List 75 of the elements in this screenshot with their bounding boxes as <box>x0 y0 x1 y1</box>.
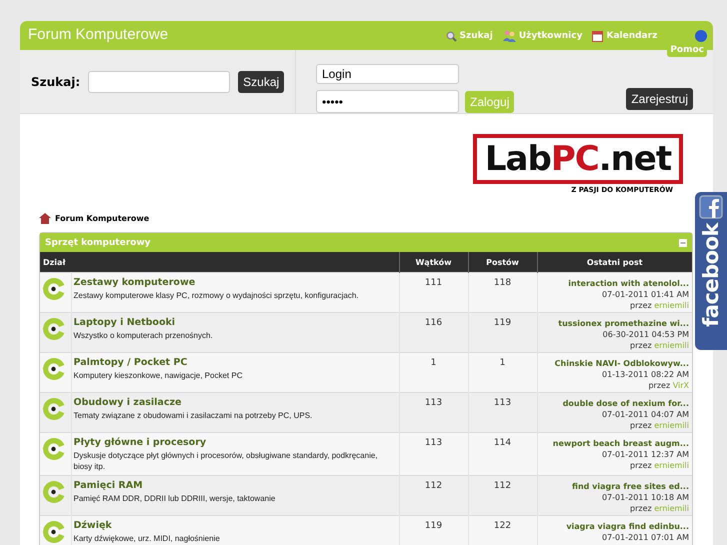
last-post-link[interactable]: find viagra free sites ed... <box>572 482 689 491</box>
column-header: Ostatni post <box>537 252 692 272</box>
author-label: przez <box>630 301 652 310</box>
collapse-icon[interactable] <box>679 238 687 246</box>
post-count: 119 <box>468 312 537 352</box>
thread-count: 119 <box>399 516 468 545</box>
forum-link[interactable]: Pamięci RAM <box>74 480 392 491</box>
last-post-date: 07-01-2011 10:18 AM <box>600 492 689 503</box>
forum-status-icon <box>43 318 65 340</box>
post-count: 112 <box>468 476 537 516</box>
forum-link[interactable]: Obudowy i zasilacze <box>74 397 392 408</box>
last-post-date: 07-01-2011 12:37 AM <box>600 449 689 460</box>
search-icon <box>446 30 457 42</box>
forum-status-icon <box>43 521 65 543</box>
facebook-icon <box>699 195 723 219</box>
password-field[interactable]: ••••• <box>316 90 459 113</box>
forum-description: Zestawy komputerowe klasy PC, rozmowy o wydajności sprzętu, konfiguracjach. <box>74 290 360 301</box>
last-post-link[interactable]: tussionex promethazine wi... <box>558 319 689 328</box>
forum-status-icon <box>43 358 65 380</box>
thread-count: 113 <box>399 392 468 432</box>
forum-link[interactable]: Zestawy komputerowe <box>74 277 392 288</box>
search-button[interactable]: Szukaj <box>238 71 284 93</box>
last-post-date: 01-13-2011 08:22 AM <box>600 369 689 380</box>
section-title: Sprzęt komputerowy <box>45 238 151 248</box>
last-post-date: 07-01-2011 04:07 AM <box>600 409 689 420</box>
post-count: 122 <box>468 516 537 545</box>
forum-status-icon <box>43 438 65 460</box>
search-field[interactable] <box>88 71 230 93</box>
forum-status-icon <box>43 481 65 503</box>
post-count: 118 <box>468 272 537 312</box>
last-post-link[interactable]: newport beach breast augm... <box>552 439 689 448</box>
column-header: Postów <box>468 252 537 272</box>
forum-description: Komputery kieszonkowe, nawigacje, Pocket PC <box>74 370 244 381</box>
last-post-link[interactable]: double dose of nexium for... <box>562 399 689 408</box>
thread-count: 113 <box>399 432 468 476</box>
forum-status-icon <box>43 278 65 300</box>
forum-status-icon <box>43 398 65 420</box>
last-post-date: 06-30-2011 04:53 PM <box>602 329 689 340</box>
forum-description: Tematy związane z obudowami i zasilaczami na potrzeby PC, UPS. <box>74 410 314 421</box>
author-label: przez <box>630 504 652 513</box>
last-post-link[interactable]: Chinskie NAVI- Odblokowyw... <box>554 359 689 368</box>
post-count: 113 <box>468 392 537 432</box>
forum-link[interactable]: Laptopy i Netbooki <box>74 317 392 328</box>
column-header: Dział <box>40 252 399 272</box>
forum-description: Pamięć RAM DDR, DDRII lub DDRIII, wersje, taktowanie <box>74 493 276 504</box>
search-label: Szukaj: <box>31 75 80 89</box>
thread-count: 111 <box>399 272 468 312</box>
breadcrumb-link[interactable]: Forum Komputerowe <box>55 214 150 222</box>
thread-count: 1 <box>399 352 468 392</box>
last-post-date: 07-01-2011 01:41 AM <box>600 289 689 300</box>
username-field[interactable]: Login <box>316 64 459 84</box>
forum-link[interactable]: Płyty główne i procesory <box>74 437 392 448</box>
register-button[interactable]: Zarejestruj <box>626 88 693 110</box>
thread-count: 116 <box>399 312 468 352</box>
author-label: przez <box>630 341 652 350</box>
forum-title: Forum Komputerowe <box>28 25 168 45</box>
forum-description: Dyskusje dotyczące płyt głównych i procesorów, obsługiwane standardy, podkręcanie, biosy itp. <box>74 450 379 472</box>
forum-description: Karty dźwiękowe, urz. MIDI, nagłośnienie <box>74 533 221 544</box>
calendar-icon <box>592 30 604 42</box>
last-post-date: 07-01-2011 07:01 AM <box>600 532 689 543</box>
post-count: 114 <box>468 432 537 476</box>
forum-description: Wszystko o komputerach przenośnych. <box>74 330 214 341</box>
author-label: przez <box>648 381 670 390</box>
forum-link[interactable]: Palmtopy / Pocket PC <box>74 357 392 368</box>
last-post-link[interactable]: viagra viagra find edinbu... <box>566 522 689 531</box>
home-icon <box>39 212 51 224</box>
users-icon <box>502 30 516 42</box>
forum-link[interactable]: Dźwięk <box>74 520 392 531</box>
author-label: przez <box>630 421 652 430</box>
last-post-link[interactable]: interaction with atenolol... <box>568 279 689 288</box>
thread-count: 112 <box>399 476 468 516</box>
post-count: 1 <box>468 352 537 392</box>
facebook-tab[interactable]: facebook <box>695 192 727 350</box>
column-header: Wątków <box>399 252 468 272</box>
author-label: przez <box>630 461 652 470</box>
